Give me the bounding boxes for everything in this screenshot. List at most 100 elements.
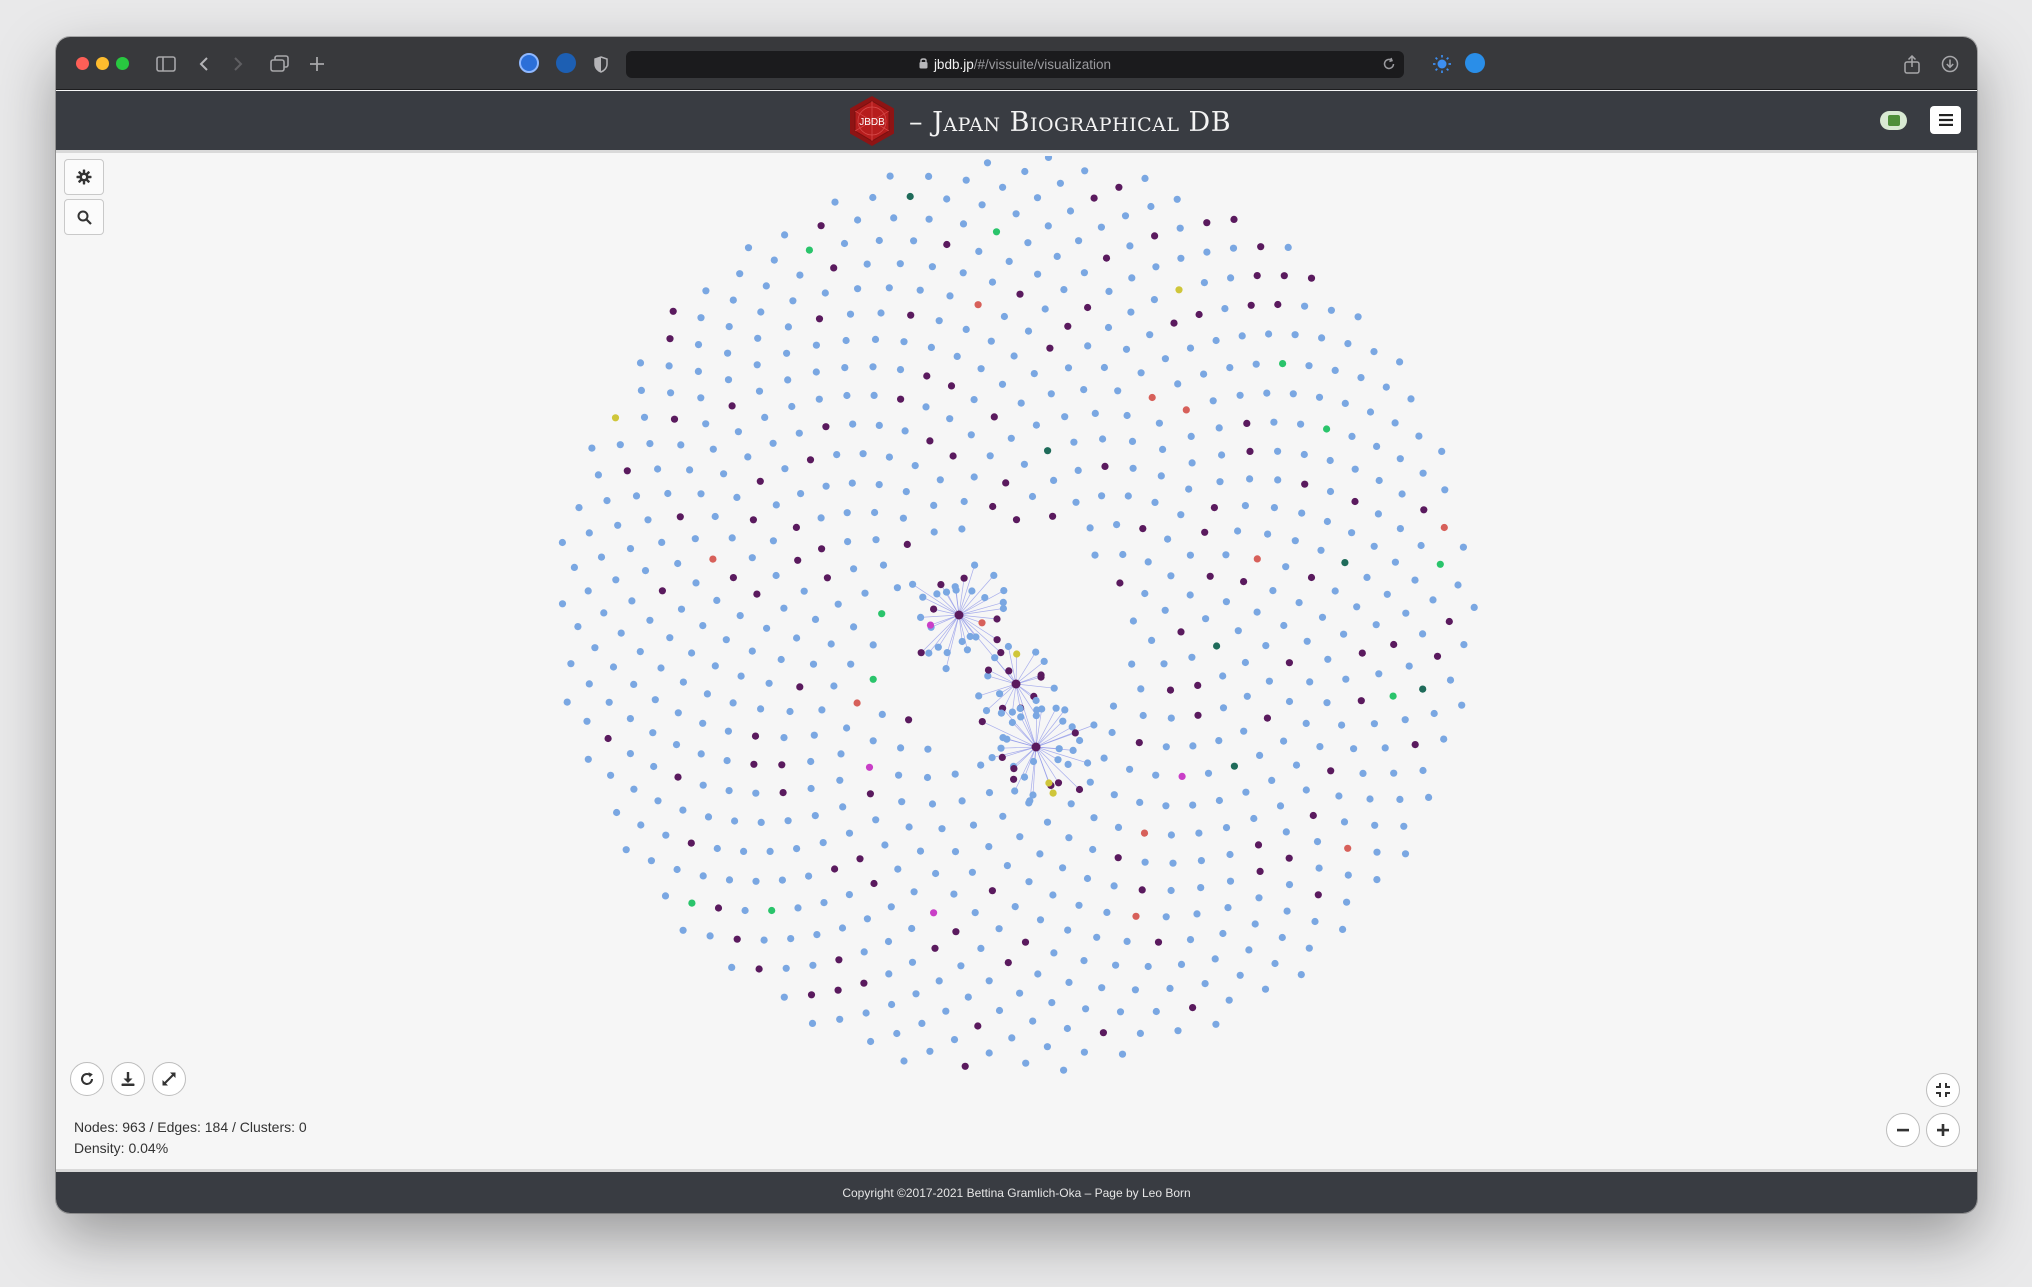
graph-node[interactable] bbox=[954, 610, 964, 620]
graph-node[interactable] bbox=[1189, 801, 1197, 809]
graph-node[interactable] bbox=[626, 750, 635, 758]
graph-node[interactable] bbox=[1219, 704, 1228, 712]
graph-node[interactable] bbox=[796, 271, 804, 279]
graph-node[interactable] bbox=[585, 680, 593, 688]
graph-node[interactable] bbox=[869, 675, 877, 683]
graph-node[interactable] bbox=[607, 771, 615, 779]
graph-node[interactable] bbox=[1274, 300, 1282, 309]
graph-node[interactable] bbox=[699, 622, 707, 630]
graph-node[interactable] bbox=[677, 441, 685, 449]
graph-node[interactable] bbox=[694, 367, 703, 375]
graph-node[interactable] bbox=[779, 789, 787, 797]
graph-node[interactable] bbox=[1285, 854, 1293, 862]
graph-node[interactable] bbox=[903, 540, 911, 548]
graph-node[interactable] bbox=[985, 789, 994, 797]
graph-node[interactable] bbox=[917, 613, 925, 621]
graph-node[interactable] bbox=[650, 762, 658, 771]
graph-node[interactable] bbox=[1374, 510, 1382, 518]
graph-node[interactable] bbox=[1440, 735, 1448, 743]
graph-node[interactable] bbox=[1326, 456, 1334, 465]
graph-node[interactable] bbox=[768, 906, 776, 915]
graph-node[interactable] bbox=[1340, 630, 1348, 638]
graph-node[interactable] bbox=[833, 451, 841, 459]
graph-node[interactable] bbox=[1080, 957, 1088, 965]
graph-node[interactable] bbox=[1032, 421, 1040, 429]
graph-node[interactable] bbox=[780, 993, 788, 1001]
graph-node[interactable] bbox=[1029, 757, 1038, 766]
graph-node[interactable] bbox=[862, 1009, 870, 1017]
jbdb-logo[interactable]: JBDB bbox=[846, 95, 898, 147]
graph-node[interactable] bbox=[1037, 673, 1045, 681]
graph-node[interactable] bbox=[1284, 243, 1292, 251]
graph-node[interactable] bbox=[1194, 711, 1202, 719]
graph-node[interactable] bbox=[822, 482, 830, 490]
graph-node[interactable] bbox=[928, 263, 937, 271]
graph-node[interactable] bbox=[752, 789, 760, 797]
graph-node[interactable] bbox=[1256, 751, 1264, 760]
graph-node[interactable] bbox=[1256, 867, 1264, 876]
graph-node[interactable] bbox=[1264, 530, 1272, 538]
graph-node[interactable] bbox=[1132, 912, 1140, 920]
graph-node[interactable] bbox=[1253, 555, 1261, 563]
graph-node[interactable] bbox=[843, 391, 851, 400]
graph-node[interactable] bbox=[1074, 466, 1082, 474]
graph-node[interactable] bbox=[1370, 542, 1378, 550]
graph-node[interactable] bbox=[1060, 1066, 1068, 1074]
graph-node[interactable] bbox=[1440, 523, 1448, 532]
graph-node[interactable] bbox=[1411, 741, 1419, 749]
graph-node[interactable] bbox=[795, 429, 803, 437]
graph-node[interactable] bbox=[949, 452, 957, 460]
graph-node[interactable] bbox=[1002, 479, 1010, 487]
graph-node[interactable] bbox=[1407, 395, 1415, 403]
graph-node[interactable] bbox=[1084, 342, 1092, 350]
graph-node[interactable] bbox=[1446, 676, 1455, 684]
graph-node[interactable] bbox=[872, 816, 880, 824]
graph-node[interactable] bbox=[811, 812, 819, 820]
graph-node[interactable] bbox=[837, 750, 845, 758]
graph-node[interactable] bbox=[1167, 831, 1175, 839]
graph-node[interactable] bbox=[1303, 637, 1311, 645]
graph-node[interactable] bbox=[926, 437, 934, 445]
graph-node[interactable] bbox=[959, 220, 968, 228]
graph-node[interactable] bbox=[997, 709, 1006, 717]
graph-node[interactable] bbox=[919, 593, 927, 601]
expand-button[interactable] bbox=[152, 1062, 186, 1096]
graph-node[interactable] bbox=[985, 843, 993, 851]
graph-node[interactable] bbox=[1017, 713, 1025, 721]
graph-node[interactable] bbox=[1186, 551, 1194, 559]
zoom-out-button[interactable] bbox=[1886, 1113, 1920, 1147]
graph-node[interactable] bbox=[658, 587, 667, 595]
graph-node[interactable] bbox=[636, 648, 644, 656]
graph-node[interactable] bbox=[942, 665, 950, 673]
graph-node[interactable] bbox=[1390, 769, 1398, 777]
share-icon[interactable] bbox=[1898, 51, 1926, 77]
zoom-in-button[interactable] bbox=[1926, 1113, 1960, 1147]
graph-node[interactable] bbox=[781, 465, 789, 473]
graph-node[interactable] bbox=[657, 664, 665, 672]
graph-node[interactable] bbox=[702, 420, 710, 428]
graph-node[interactable] bbox=[757, 308, 765, 316]
graph-node[interactable] bbox=[1123, 411, 1131, 420]
graph-node[interactable] bbox=[1161, 606, 1169, 614]
graph-node[interactable] bbox=[1238, 332, 1246, 340]
graph-node[interactable] bbox=[1008, 718, 1017, 727]
graph-node[interactable] bbox=[637, 386, 646, 394]
graph-node[interactable] bbox=[1270, 418, 1278, 426]
graph-node[interactable] bbox=[1067, 800, 1075, 808]
graph-node[interactable] bbox=[947, 382, 956, 390]
graph-node[interactable] bbox=[584, 755, 592, 763]
graph-node[interactable] bbox=[1366, 795, 1374, 803]
graph-node[interactable] bbox=[1305, 362, 1313, 370]
graph-node[interactable] bbox=[1391, 419, 1399, 427]
graph-node[interactable] bbox=[614, 521, 622, 529]
graph-node[interactable] bbox=[952, 586, 960, 594]
graph-node[interactable] bbox=[558, 600, 567, 608]
graph-node[interactable] bbox=[752, 877, 760, 885]
graph-node[interactable] bbox=[978, 718, 986, 726]
graph-node[interactable] bbox=[1203, 219, 1211, 227]
graph-node[interactable] bbox=[1298, 509, 1306, 517]
new-tab-icon[interactable] bbox=[303, 51, 331, 77]
graph-node[interactable] bbox=[1097, 223, 1105, 231]
graph-node[interactable] bbox=[841, 364, 849, 372]
graph-node[interactable] bbox=[865, 763, 874, 771]
